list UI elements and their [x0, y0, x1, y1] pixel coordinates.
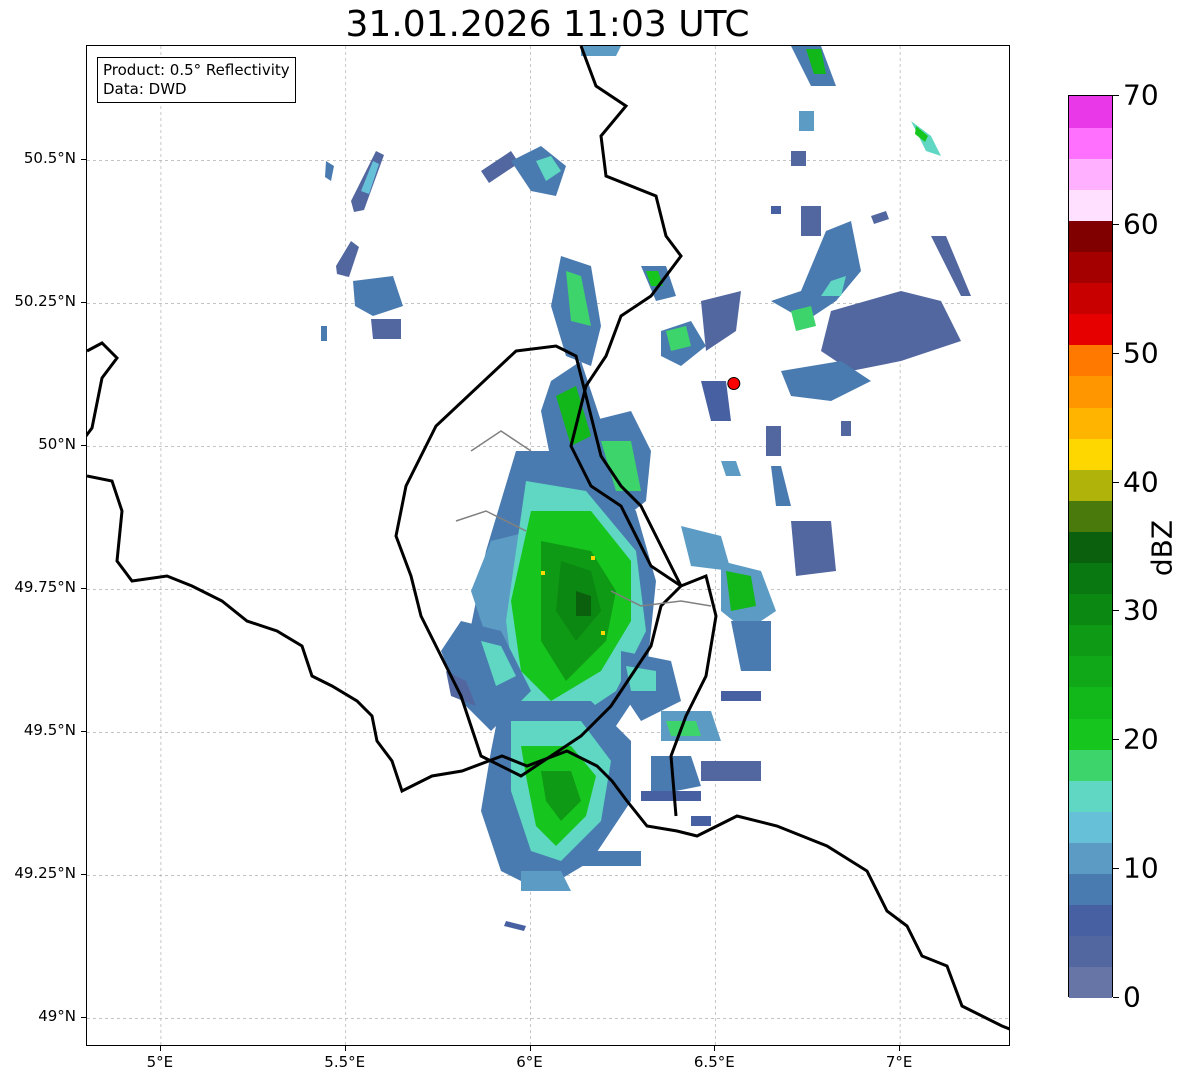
colorbar-tick-label: 40: [1123, 465, 1159, 499]
colorbar-segment: [1069, 282, 1112, 315]
colorbar-segment: [1069, 438, 1112, 470]
colorbar-tick-mark: [1113, 610, 1119, 612]
colorbar-segment: [1069, 127, 1112, 159]
echo-cluster-north: [321, 46, 941, 341]
x-tick-label: 6.5°E: [693, 1053, 735, 1071]
radar-site-marker: [727, 376, 741, 390]
colorbar-segment: [1069, 220, 1112, 252]
colorbar-segment: [1069, 686, 1112, 719]
echo-band-main: [441, 256, 681, 931]
colorbar-segment: [1069, 624, 1112, 657]
product-label: Product: 0.5° Reflectivity: [103, 61, 290, 79]
colorbar-tick-label: 30: [1123, 593, 1159, 627]
colorbar-tick-label: 50: [1123, 336, 1159, 370]
map-title: 31.01.2026 11:03 UTC: [345, 4, 750, 45]
x-tick-mark: [159, 1046, 161, 1051]
colorbar-segment: [1069, 780, 1112, 812]
colorbar-tick-label: 60: [1123, 207, 1159, 241]
colorbar-segment: [1069, 873, 1112, 906]
y-tick-label: 50.5°N: [23, 149, 76, 168]
colorbar-tick-mark: [1113, 223, 1119, 225]
x-tick-label: 5.5°E: [324, 1053, 366, 1071]
colorbar-segment: [1069, 593, 1112, 626]
colorbar-segment: [1069, 407, 1112, 439]
colorbar-segment: [1069, 811, 1112, 843]
colorbar-segment: [1069, 655, 1112, 688]
y-tick-label: 49.25°N: [14, 864, 76, 883]
radar-echoes: [321, 46, 971, 931]
y-tick-label: 49°N: [38, 1007, 76, 1026]
y-tick-label: 50°N: [38, 435, 76, 454]
y-tick-mark: [81, 874, 86, 876]
y-tick-mark: [81, 1017, 86, 1019]
x-tick-mark: [714, 1046, 716, 1051]
y-tick-mark: [81, 445, 86, 447]
x-tick-mark: [529, 1046, 531, 1051]
colorbar-segment: [1069, 966, 1112, 999]
colorbar-segment: [1069, 189, 1112, 221]
y-tick-mark: [81, 731, 86, 733]
colorbar-tick-mark: [1113, 352, 1119, 354]
x-tick-mark: [344, 1046, 346, 1051]
colorbar-tick-label: 20: [1123, 722, 1159, 756]
colorbar-segment: [1069, 531, 1112, 564]
colorbar-segment: [1069, 718, 1112, 750]
product-info-box: Product: 0.5° Reflectivity Data: DWD: [97, 57, 296, 103]
colorbar-tick-mark: [1113, 997, 1119, 998]
colorbar-segment: [1069, 96, 1112, 128]
x-tick-label: 7°E: [885, 1053, 913, 1071]
colorbar-tick-mark: [1113, 95, 1119, 96]
colorbar-segment: [1069, 375, 1112, 408]
y-tick-mark: [81, 159, 86, 161]
y-tick-mark: [81, 302, 86, 304]
colorbar-segment: [1069, 313, 1112, 346]
colorbar-tick-mark: [1113, 868, 1119, 870]
colorbar-segment: [1069, 500, 1112, 532]
colorbar-segment: [1069, 562, 1112, 595]
colorbar-segment: [1069, 158, 1112, 190]
colorbar-segment: [1069, 344, 1112, 377]
data-source-label: Data: DWD: [103, 80, 187, 98]
colorbar-tick-label: 0: [1123, 980, 1141, 1014]
echo-cluster-east: [641, 221, 971, 826]
colorbar-tick-label: 70: [1123, 78, 1159, 112]
y-tick-label: 49.5°N: [23, 721, 76, 740]
colorbar-segment: [1069, 935, 1112, 968]
colorbar-segment: [1069, 251, 1112, 284]
colorbar-segment: [1069, 749, 1112, 781]
x-tick-mark: [899, 1046, 901, 1051]
colorbar-unit-label: dBZ: [1145, 519, 1179, 577]
colorbar-segment: [1069, 469, 1112, 501]
colorbar-tick-mark: [1113, 481, 1119, 483]
map-canvas: [87, 46, 1009, 1045]
radar-map[interactable]: [86, 45, 1010, 1046]
x-tick-label: 6°E: [516, 1053, 543, 1071]
y-tick-mark: [81, 588, 86, 590]
colorbar-segment: [1069, 842, 1112, 875]
colorbar-segment: [1069, 904, 1112, 937]
reflectivity-colorbar: [1068, 95, 1113, 999]
y-tick-label: 49.75°N: [14, 578, 76, 597]
y-tick-label: 50.25°N: [14, 292, 76, 311]
x-tick-label: 5°E: [146, 1053, 174, 1071]
colorbar-tick-label: 10: [1123, 851, 1159, 885]
colorbar-tick-mark: [1113, 739, 1119, 741]
